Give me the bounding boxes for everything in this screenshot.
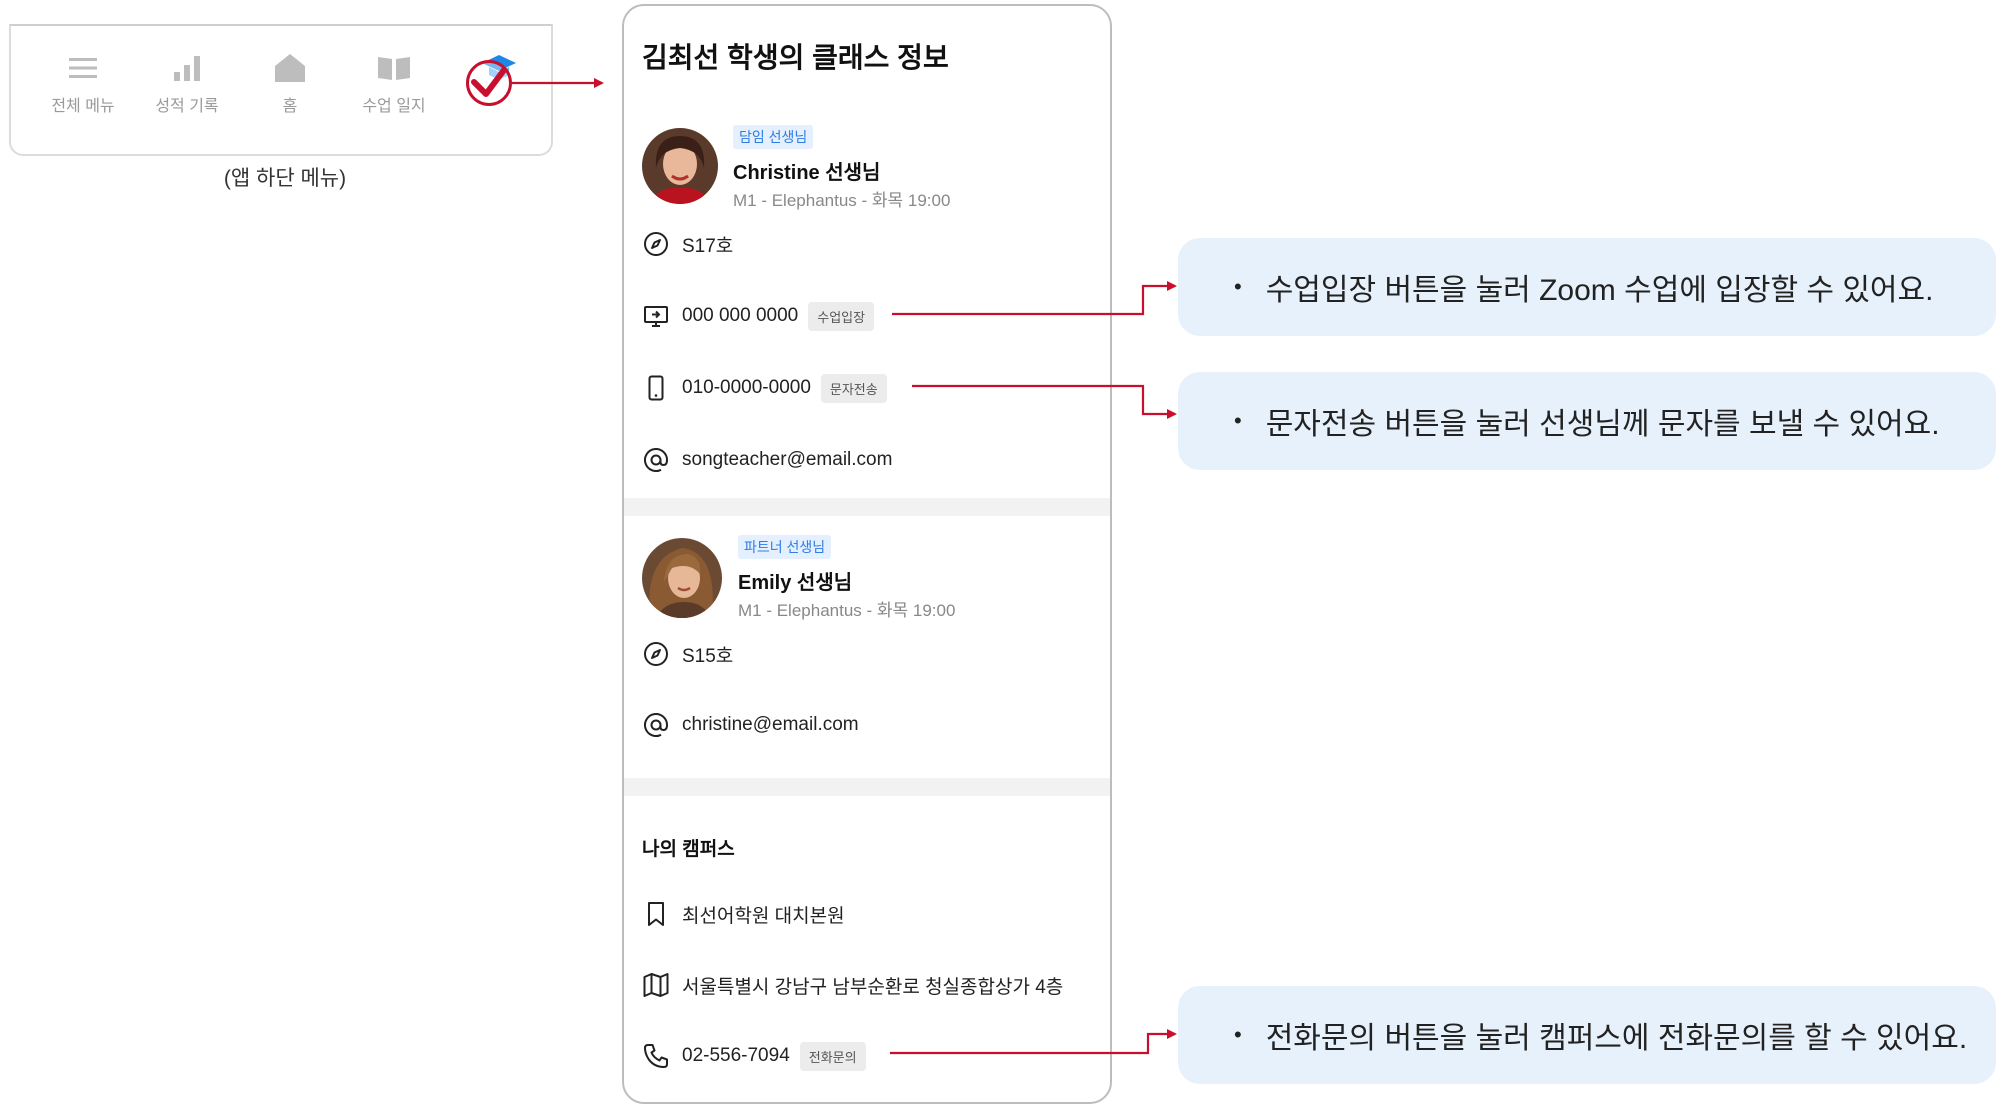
teacher-email[interactable]: christine@email.com [682,714,859,736]
compass-icon [642,640,670,668]
at-sign-icon [642,711,670,739]
bullet-icon: • [1234,408,1242,433]
room-row: S15호 [642,639,733,669]
room-row: S17호 [642,229,733,259]
nav-item-label: 성적 기록 [155,98,219,115]
teacher-class: M1 - Elephantus - 화목 19:00 [738,601,956,620]
callout-send-sms: • 문자전송 버튼을 눌러 선생님께 문자를 보낼 수 있어요. [1178,372,1996,470]
zoom-row: 000 000 0000 수업입장 [642,301,875,331]
home-icon [240,46,340,90]
teacher-name: Emily 선생님 [738,572,853,594]
phone-handset-icon [642,1042,670,1070]
room-number: S15호 [682,645,734,667]
avatar-teacher-2 [642,538,722,618]
class-info-panel: 김최선 학생의 클래스 정보 담임 선생님 Christine 선생님 M1 -… [622,4,1112,1104]
nav-item-grades[interactable]: 성적 기록 [137,46,237,116]
mobile-phone-icon [642,374,670,402]
email-row: songteacher@email.com [642,445,892,475]
join-class-button[interactable]: 수업입장 [808,301,875,331]
section-divider [624,778,1110,796]
nav-item-home[interactable]: 홈 [240,46,340,116]
callout-text: 문자전송 버튼을 눌러 선생님께 문자를 보낼 수 있어요. [1265,408,1940,441]
avatar-teacher-1 [642,128,718,204]
campus-phone: 02-556-7094 [682,1045,790,1066]
nav-item-class-journal[interactable]: 수업 일지 [344,46,444,116]
callout-text: 수업입장 버튼을 눌러 Zoom 수업에 입장할 수 있어요. [1265,274,1934,307]
campus-address: 서울특별시 강남구 남부순환로 청실종합상가 4층 [682,976,1064,998]
callout-text: 전화문의 버튼을 눌러 캠퍼스에 전화문의를 할 수 있어요. [1265,1022,1968,1055]
call-inquiry-button[interactable]: 전화문의 [799,1041,866,1071]
page-title: 김최선 학생의 클래스 정보 [642,42,949,73]
teacher-role-tag: 담임 선생님 [733,125,814,149]
teacher-class: M1 - Elephantus - 화목 19:00 [733,191,951,210]
phone-row: 010-0000-0000 문자전송 [642,373,887,403]
send-sms-button[interactable]: 문자전송 [820,373,887,403]
nav-item-label: 홈 [282,98,298,115]
bullet-icon: • [1234,1022,1242,1047]
room-number: S17호 [682,235,734,257]
campus-address-row: 서울특별시 강남구 남부순환로 청실종합상가 4층 [642,970,1063,1000]
bar-chart-icon [137,46,237,90]
at-sign-icon [642,446,670,474]
teacher-email[interactable]: songteacher@email.com [682,449,892,471]
nav-item-label: 수업 일지 [362,98,426,115]
nav-item-all-menu[interactable]: 전체 메뉴 [33,46,133,116]
zoom-id: 000 000 0000 [682,305,799,326]
nav-item-label: 전체 메뉴 [51,98,115,115]
teacher-role-tag: 파트너 선생님 [738,535,832,559]
monitor-icon [642,302,670,330]
campus-name-row: 최선어학원 대치본원 [642,899,845,929]
email-row: christine@email.com [642,710,859,740]
compass-icon [642,230,670,258]
teacher-name: Christine 선생님 [733,162,881,184]
campus-name: 최선어학원 대치본원 [682,905,845,927]
map-icon [642,971,670,999]
campus-heading: 나의 캠퍼스 [642,839,735,860]
bookmark-icon [642,900,670,928]
callout-call-inquiry: • 전화문의 버튼을 눌러 캠퍼스에 전화문의를 할 수 있어요. [1178,986,1996,1084]
callout-join-class: • 수업입장 버튼을 눌러 Zoom 수업에 입장할 수 있어요. [1178,238,1996,336]
highlight-circle [466,60,512,106]
open-book-icon [344,46,444,90]
bullet-icon: • [1234,274,1242,299]
nav-caption: (앱 하단 메뉴) [223,167,347,190]
section-divider [624,498,1110,516]
campus-phone-row: 02-556-7094 전화문의 [642,1041,866,1071]
hamburger-menu-icon [33,46,133,90]
teacher-phone: 010-0000-0000 [682,377,811,398]
